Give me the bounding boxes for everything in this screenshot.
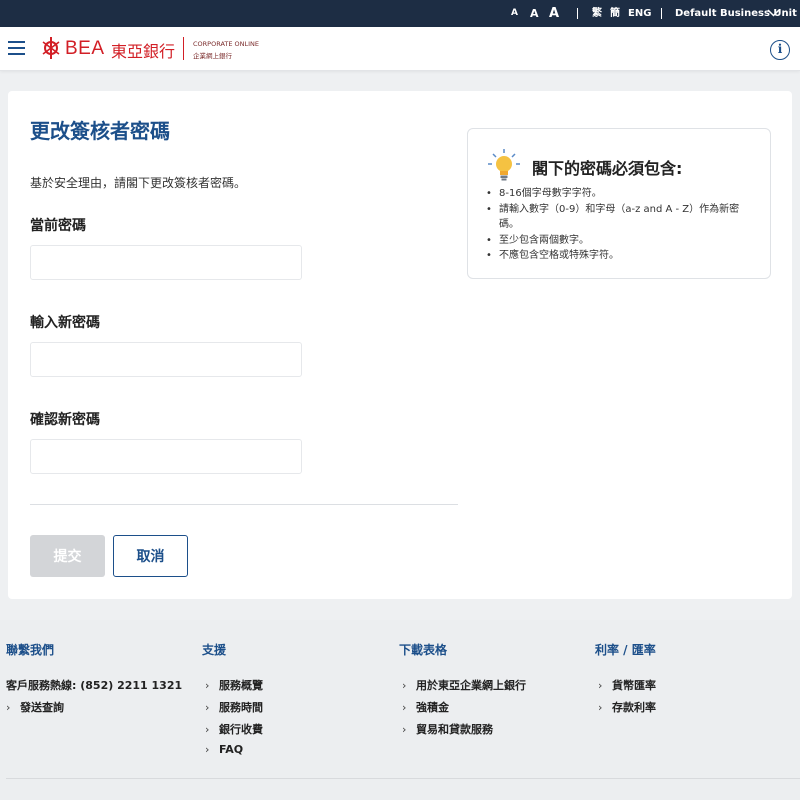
footer-hotline: 客戶服務熱線: (852) 2211 1321	[6, 679, 183, 692]
footer-link-service-hours[interactable]: › 服務時間	[205, 699, 263, 715]
font-size-medium-button[interactable]: A	[530, 0, 539, 27]
intro-text: 基於安全理由，請閣下更改簽核者密碼。	[30, 176, 247, 190]
chevron-right-icon: ›	[205, 743, 210, 756]
chevron-right-icon: ›	[598, 701, 603, 714]
chevron-down-icon[interactable]	[767, 9, 780, 17]
site-footer: 聯繫我們 客戶服務熱線: (852) 2211 1321 › 發送查詢 支援 › 服…	[0, 620, 800, 800]
requirements-title: 閣下的密碼必須包含:	[532, 159, 683, 178]
current-password-label: 當前密碼	[30, 218, 86, 234]
footer-link-bank-charges[interactable]: › 銀行收費	[205, 721, 263, 737]
footer-link-trade-loan[interactable]: › 貿易和貸款服務	[402, 721, 493, 737]
footer-link-deposit-rates[interactable]: › 存款利率	[598, 699, 656, 715]
footer-link-mpf[interactable]: › 強積金	[402, 699, 449, 715]
footer-link-service-overview[interactable]: › 服務概覽	[205, 677, 263, 693]
lang-english[interactable]: ENG	[628, 0, 651, 27]
chevron-right-icon: ›	[205, 701, 210, 714]
submit-button[interactable]: 提交	[30, 535, 105, 577]
chevron-right-icon: ›	[402, 723, 407, 736]
chevron-right-icon: ›	[6, 701, 11, 714]
logo-subtitle-en: CORPORATE ONLINE	[193, 40, 260, 48]
requirement-item: 8-16個字母數字字符。	[486, 186, 756, 202]
new-password-label: 輸入新密碼	[30, 315, 100, 331]
topbar-separator	[577, 8, 578, 19]
footer-contact-title: 聯繫我們	[6, 643, 55, 657]
confirm-password-input[interactable]	[30, 439, 302, 474]
chevron-right-icon: ›	[205, 723, 210, 736]
footer-link-corporate-online[interactable]: › 用於東亞企業網上銀行	[402, 677, 526, 693]
chevron-right-icon: ›	[205, 679, 210, 692]
footer-divider	[6, 778, 800, 779]
menu-icon[interactable]	[8, 41, 25, 55]
topbar-separator	[661, 8, 662, 19]
requirements-list: 8-16個字母數字字符。 請輸入數字（0-9）和字母（a-z and A - Z…	[486, 186, 756, 264]
lightbulb-icon	[488, 149, 520, 181]
footer-support-title: 支援	[202, 643, 227, 657]
new-password-input[interactable]	[30, 342, 302, 377]
cancel-button[interactable]: 取消	[113, 535, 188, 577]
requirement-item: 不應包含空格或特殊字符。	[486, 248, 756, 264]
info-icon[interactable]: i	[770, 40, 790, 60]
footer-link-enquiry[interactable]: › 發送查詢	[6, 699, 64, 715]
chevron-right-icon: ›	[598, 679, 603, 692]
requirement-item: 至少包含兩個數字。	[486, 233, 756, 249]
current-password-input[interactable]	[30, 245, 302, 280]
font-size-small-button[interactable]: A	[511, 0, 518, 27]
footer-link-fx-rates[interactable]: › 貨幣匯率	[598, 677, 656, 693]
top-utility-bar: A A A 繁 簡 ENG Default Business Unit	[0, 0, 800, 27]
font-size-large-button[interactable]: A	[549, 0, 559, 27]
change-password-card: 更改簽核者密碼 基於安全理由，請閣下更改簽核者密碼。 當前密碼 輸入新密碼 確認…	[8, 91, 792, 599]
confirm-password-label: 確認新密碼	[30, 412, 100, 428]
site-header: BEA 東亞銀行 CORPORATE ONLINE 企業網上銀行	[0, 27, 800, 71]
footer-rates-title: 利率 / 匯率	[595, 643, 656, 657]
chevron-right-icon: ›	[402, 679, 407, 692]
requirement-item: 請輸入數字（0-9）和字母（a-z and A - Z）作為新密碼。	[486, 202, 756, 233]
bea-emblem-icon	[42, 37, 60, 59]
form-divider	[30, 504, 458, 505]
lang-simplified-chinese[interactable]: 簡	[610, 0, 620, 27]
logo-divider	[183, 37, 184, 60]
page-title: 更改簽核者密碼	[30, 119, 170, 143]
logo-subtitle-zh: 企業網上銀行	[193, 52, 232, 60]
logo-text-zh: 東亞銀行	[111, 42, 176, 61]
logo-text-en: BEA	[65, 38, 105, 59]
lang-traditional-chinese[interactable]: 繁	[592, 0, 602, 27]
footer-download-title: 下載表格	[399, 643, 448, 657]
chevron-right-icon: ›	[402, 701, 407, 714]
password-requirements-box: 閣下的密碼必須包含: 8-16個字母數字字符。 請輸入數字（0-9）和字母（a-…	[467, 128, 771, 279]
footer-link-faq[interactable]: › FAQ	[205, 743, 243, 756]
